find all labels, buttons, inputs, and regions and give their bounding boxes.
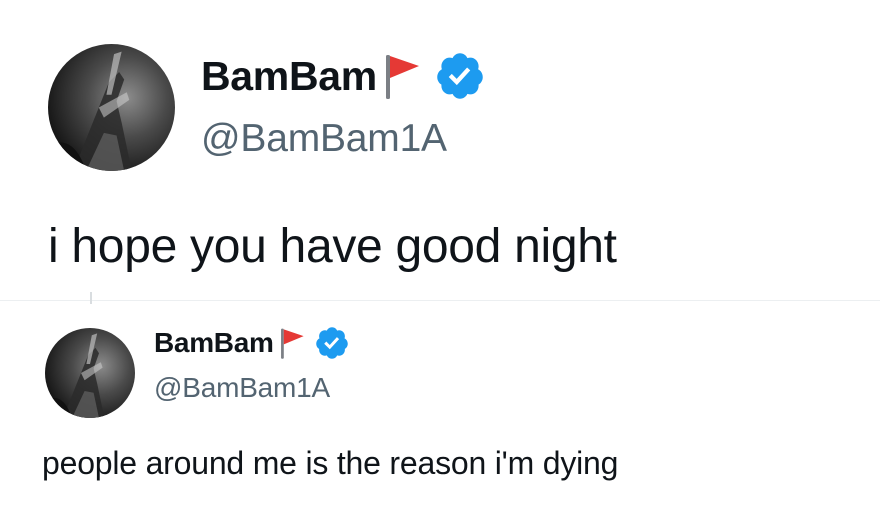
avatar-image [48, 44, 175, 171]
tweet-card-2[interactable]: BamBam @BamBam1A people around me is the… [0, 305, 880, 521]
red-flag-icon [383, 52, 421, 100]
author-handle[interactable]: @BamBam1A [154, 372, 330, 404]
display-name[interactable]: BamBam [201, 53, 377, 100]
display-name[interactable]: BamBam [154, 327, 274, 359]
author-name-row: BamBam [201, 50, 486, 102]
divider-tick [90, 292, 92, 304]
verified-badge-icon[interactable] [434, 50, 486, 102]
avatar-image [45, 328, 135, 418]
red-flag-icon [279, 326, 305, 360]
avatar[interactable] [48, 44, 175, 171]
author-handle[interactable]: @BamBam1A [201, 117, 447, 161]
tweet-text: i hope you have good night [48, 220, 617, 273]
verified-badge-icon[interactable] [314, 325, 350, 361]
author-name-row: BamBam [154, 324, 350, 362]
tweet-card-1[interactable]: BamBam @BamBam1A i hope you have good ni… [0, 0, 880, 305]
divider [0, 300, 880, 301]
avatar[interactable] [45, 328, 135, 418]
tweet-text: people around me is the reason i'm dying [42, 445, 619, 481]
